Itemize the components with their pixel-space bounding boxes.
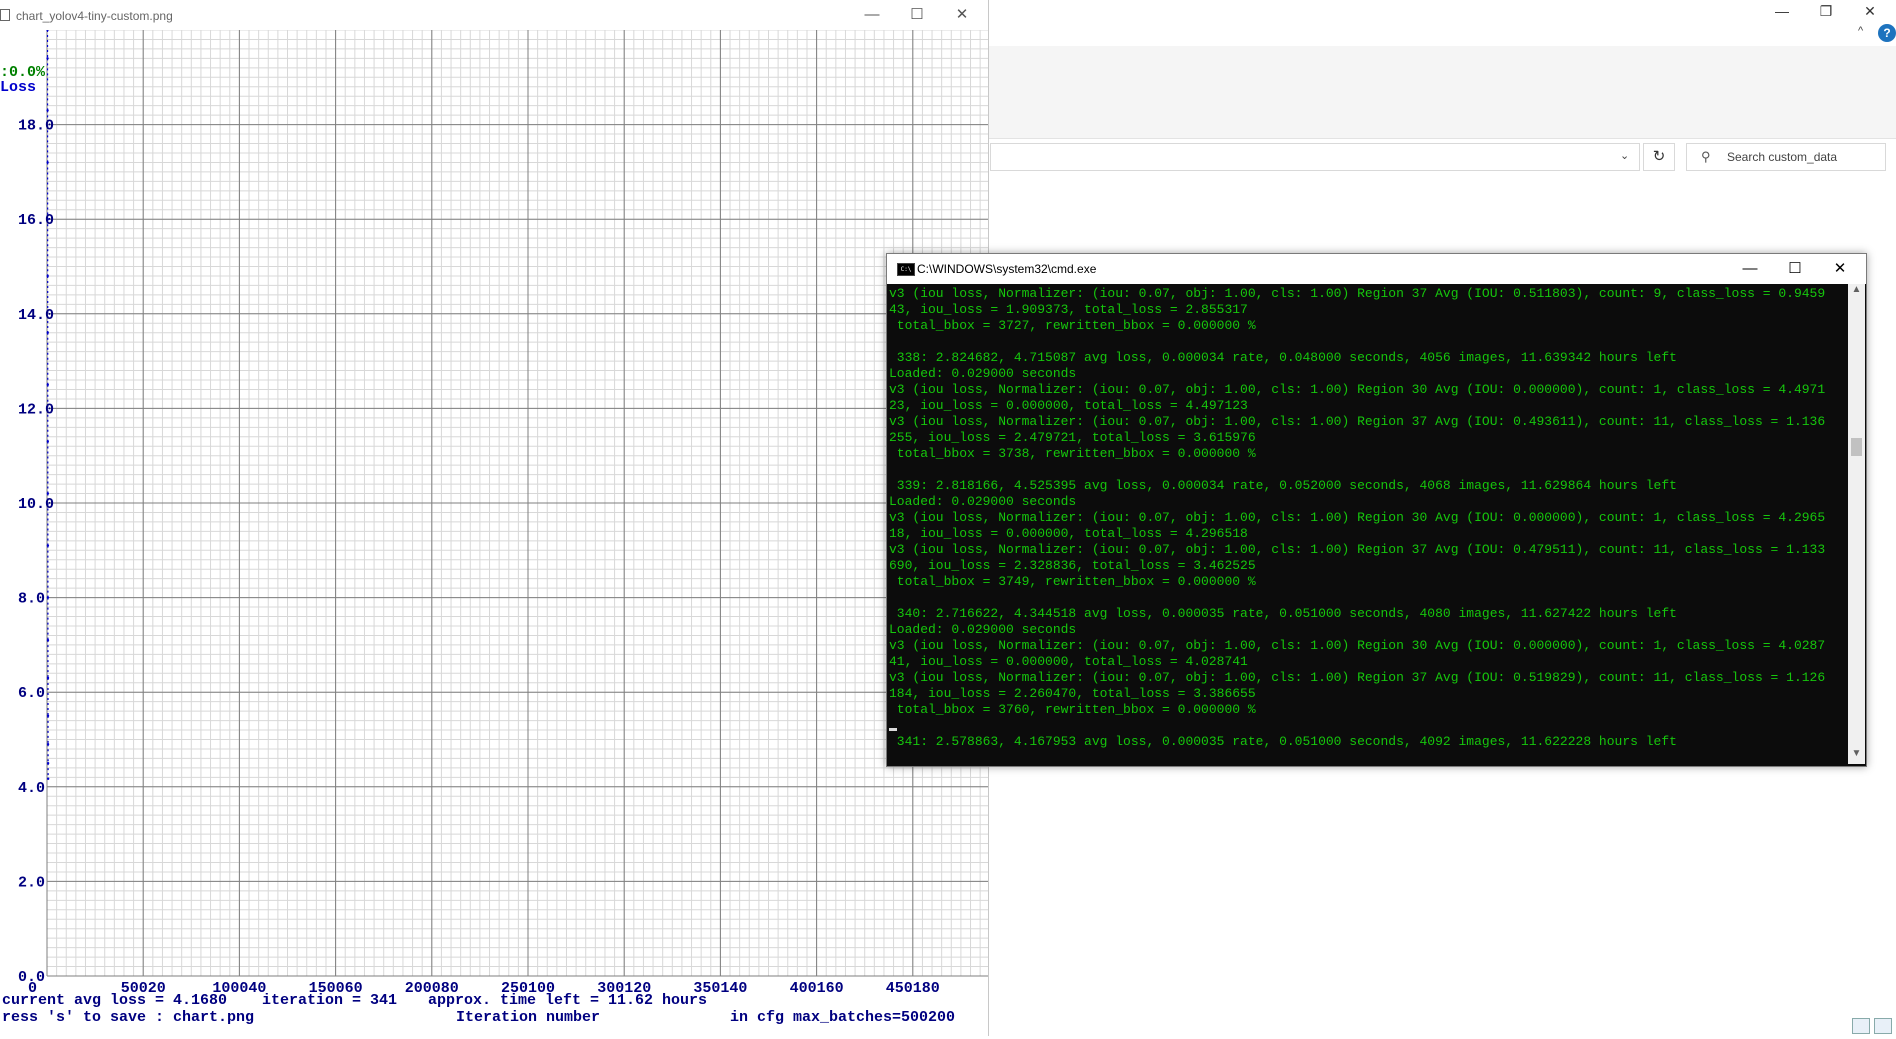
console-line: 339: 2.818166, 4.525395 avg loss, 0.0000…	[889, 478, 1677, 494]
time-left-text: approx. time left = 11.62 hours	[428, 992, 707, 1009]
current-avg-loss-text: current avg loss = 4.1680	[2, 992, 227, 1009]
console-line: total_bbox = 3727, rewritten_bbox = 0.00…	[889, 318, 1256, 334]
cmd-icon: C:\	[897, 263, 915, 276]
loss-chart: 0500201000401500602000802501003001203501…	[0, 30, 988, 1036]
console-line: 18, iou_loss = 0.000000, total_loss = 4.…	[889, 526, 1248, 542]
x-tick-label: 450180	[886, 980, 940, 997]
iteration-text: iteration = 341	[262, 992, 397, 1009]
chart-canvas: 0500201000401500602000802501003001203501…	[0, 30, 988, 1036]
y-tick-label: 18.0	[18, 118, 54, 135]
cmd-titlebar: C:\ C:\WINDOWS\system32\cmd.exe — ☐ ✕	[887, 254, 1866, 284]
console-line: 43, iou_loss = 1.909373, total_loss = 2.…	[889, 302, 1248, 318]
console-line: total_bbox = 3760, rewritten_bbox = 0.00…	[889, 702, 1256, 718]
cmd-maximize-button[interactable]: ☐	[1780, 259, 1810, 279]
console-output[interactable]: v3 (iou loss, Normalizer: (iou: 0.07, ob…	[887, 284, 1847, 764]
console-line: 41, iou_loss = 0.000000, total_loss = 4.…	[889, 654, 1248, 670]
y-tick-label: 6.0	[18, 685, 45, 702]
console-line: 341: 2.578863, 4.167953 avg loss, 0.0000…	[889, 734, 1677, 750]
console-line: 23, iou_loss = 0.000000, total_loss = 4.…	[889, 398, 1248, 414]
console-line: v3 (iou loss, Normalizer: (iou: 0.07, ob…	[889, 382, 1825, 398]
max-batches-text: in cfg max_batches=500200	[730, 1009, 955, 1026]
console-line: v3 (iou loss, Normalizer: (iou: 0.07, ob…	[889, 414, 1825, 430]
explorer-close-button[interactable]: ✕	[1850, 0, 1890, 22]
y-tick-label: 0.0	[18, 969, 45, 986]
loss-label: Loss	[0, 79, 36, 96]
address-bar[interactable]	[990, 143, 1640, 171]
cmd-close-button[interactable]: ✕	[1825, 259, 1855, 279]
console-line: 184, iou_loss = 2.260470, total_loss = 3…	[889, 686, 1256, 702]
x-axis-label: Iteration number	[456, 1009, 600, 1026]
explorer-restore-button[interactable]: ❐	[1806, 0, 1846, 22]
y-tick-label: 14.0	[18, 307, 54, 324]
cmd-window: C:\ C:\WINDOWS\system32\cmd.exe — ☐ ✕ v3…	[886, 253, 1867, 767]
console-line: 338: 2.824682, 4.715087 avg loss, 0.0000…	[889, 350, 1677, 366]
chart-minimize-button[interactable]: —	[857, 5, 887, 25]
scroll-up-arrow-icon[interactable]: ▲	[1848, 284, 1865, 300]
chart-close-button[interactable]: ✕	[947, 5, 977, 25]
y-tick-label: 12.0	[18, 401, 54, 418]
y-tick-label: 8.0	[18, 591, 45, 608]
search-input[interactable]: ⚲ Search custom_data	[1686, 143, 1886, 171]
console-line: total_bbox = 3738, rewritten_bbox = 0.00…	[889, 446, 1256, 462]
scroll-down-arrow-icon[interactable]: ▼	[1848, 748, 1865, 764]
console-line: v3 (iou loss, Normalizer: (iou: 0.07, ob…	[889, 286, 1825, 302]
text-cursor	[889, 728, 897, 731]
explorer-minimize-button[interactable]: —	[1762, 0, 1802, 22]
image-file-icon	[0, 9, 10, 21]
save-hint-text: ress 's' to save : chart.png	[2, 1009, 254, 1026]
y-tick-label: 10.0	[18, 496, 54, 513]
x-tick-label: 400160	[790, 980, 844, 997]
y-tick-label: 16.0	[18, 212, 54, 229]
search-icon: ⚲	[1701, 149, 1711, 165]
scrollbar-thumb[interactable]	[1851, 438, 1862, 456]
console-line: 255, iou_loss = 2.479721, total_loss = 3…	[889, 430, 1256, 446]
cmd-window-title: C:\WINDOWS\system32\cmd.exe	[917, 262, 1096, 276]
chart-window: chart_yolov4-tiny-custom.png — ☐ ✕ 05002…	[0, 0, 989, 1036]
console-line: v3 (iou loss, Normalizer: (iou: 0.07, ob…	[889, 638, 1825, 654]
y-tick-label: 2.0	[18, 874, 45, 891]
console-line: total_bbox = 3749, rewritten_bbox = 0.00…	[889, 574, 1256, 590]
console-line: v3 (iou loss, Normalizer: (iou: 0.07, ob…	[889, 670, 1825, 686]
search-placeholder: Search custom_data	[1727, 150, 1837, 164]
large-icons-view-icon[interactable]	[1874, 1018, 1892, 1034]
refresh-button[interactable]: ↻	[1643, 143, 1675, 171]
console-line: 690, iou_loss = 2.328836, total_loss = 3…	[889, 558, 1256, 574]
console-line: Loaded: 0.029000 seconds	[889, 622, 1076, 638]
console-line: Loaded: 0.029000 seconds	[889, 366, 1076, 382]
console-line: v3 (iou loss, Normalizer: (iou: 0.07, ob…	[889, 542, 1825, 558]
chart-maximize-button[interactable]: ☐	[902, 5, 932, 25]
console-line: Loaded: 0.029000 seconds	[889, 494, 1076, 510]
help-icon[interactable]: ?	[1878, 24, 1896, 42]
chart-window-titlebar: chart_yolov4-tiny-custom.png — ☐ ✕	[0, 0, 988, 30]
cmd-scrollbar[interactable]: ▲ ▼	[1848, 284, 1865, 764]
address-history-chevron-icon[interactable]: ⌄	[1620, 149, 1629, 162]
details-view-icon[interactable]	[1852, 1018, 1870, 1034]
cmd-minimize-button[interactable]: —	[1735, 259, 1765, 279]
console-line: 340: 2.716622, 4.344518 avg loss, 0.0000…	[889, 606, 1677, 622]
y-tick-label: 4.0	[18, 780, 45, 797]
ribbon-collapse-icon[interactable]: ^	[1858, 25, 1863, 37]
chart-window-title: chart_yolov4-tiny-custom.png	[16, 9, 173, 23]
console-line: v3 (iou loss, Normalizer: (iou: 0.07, ob…	[889, 510, 1825, 526]
